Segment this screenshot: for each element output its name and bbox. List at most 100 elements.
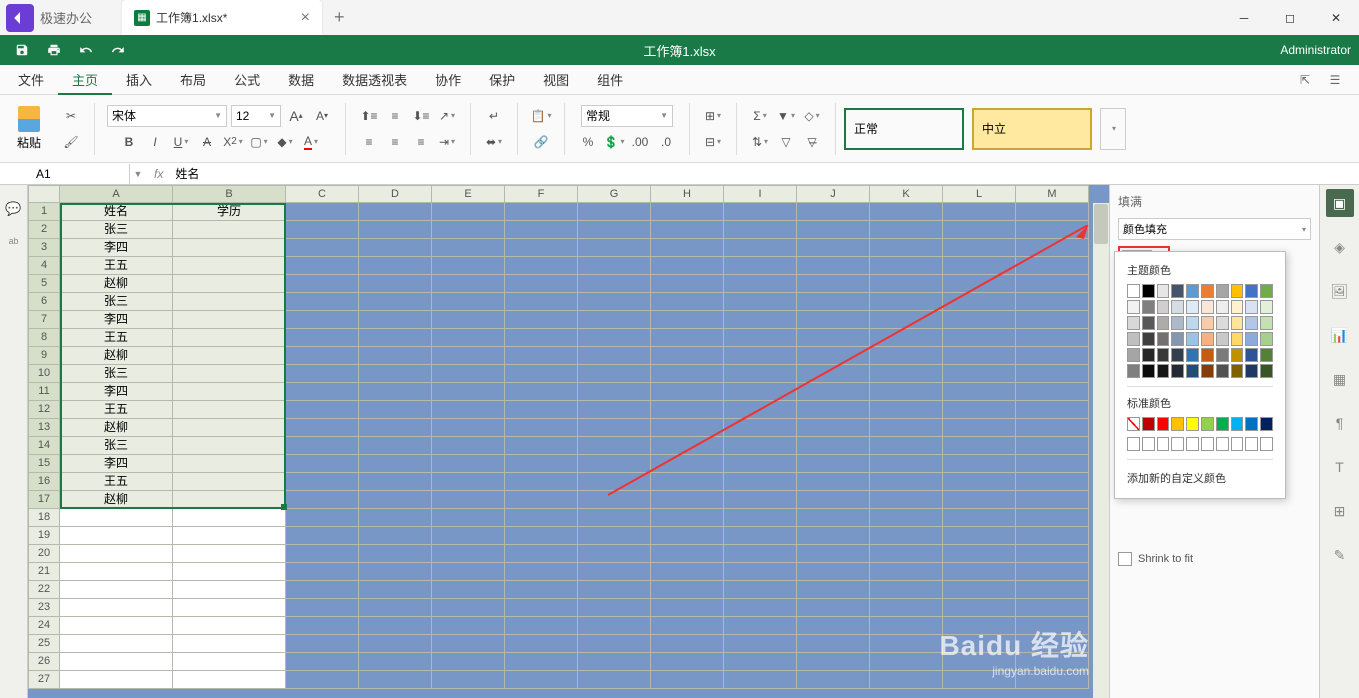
cell[interactable]: [173, 617, 286, 635]
row-header[interactable]: 23: [28, 599, 60, 617]
color-swatch[interactable]: [1216, 300, 1229, 314]
cell[interactable]: 王五: [60, 473, 173, 491]
cell[interactable]: [359, 599, 432, 617]
cell[interactable]: [505, 671, 578, 689]
cell[interactable]: [286, 437, 359, 455]
cell[interactable]: [870, 671, 943, 689]
color-swatch[interactable]: [1245, 364, 1258, 378]
hyperlink-icon[interactable]: 🔗: [530, 131, 552, 153]
cell[interactable]: [797, 545, 870, 563]
cell[interactable]: 姓名: [60, 203, 173, 221]
menu-主页[interactable]: 主页: [58, 65, 112, 95]
row-header[interactable]: 6: [28, 293, 60, 311]
row-header[interactable]: 5: [28, 275, 60, 293]
cell[interactable]: [60, 671, 173, 689]
cell-styles-dropdown[interactable]: ▾: [1100, 108, 1126, 150]
cell[interactable]: [286, 221, 359, 239]
color-swatch[interactable]: [1171, 316, 1184, 330]
shrink-to-fit-checkbox[interactable]: [1118, 552, 1132, 566]
cell[interactable]: [505, 257, 578, 275]
color-swatch[interactable]: [1127, 348, 1140, 362]
cell[interactable]: 李四: [60, 383, 173, 401]
row-header[interactable]: 3: [28, 239, 60, 257]
cell[interactable]: [651, 203, 724, 221]
cell[interactable]: [578, 563, 651, 581]
cell[interactable]: [1016, 599, 1089, 617]
cell[interactable]: [870, 599, 943, 617]
menu-保护[interactable]: 保护: [475, 65, 529, 95]
row-header[interactable]: 9: [28, 347, 60, 365]
color-swatch[interactable]: [1260, 332, 1273, 346]
underline-button[interactable]: U▾: [170, 131, 192, 153]
cell[interactable]: [432, 419, 505, 437]
text-art-icon[interactable]: T: [1326, 453, 1354, 481]
cell[interactable]: [286, 383, 359, 401]
cell[interactable]: [1016, 563, 1089, 581]
wrap-text-icon[interactable]: ↵: [483, 105, 505, 127]
cell[interactable]: [286, 401, 359, 419]
cell[interactable]: [505, 635, 578, 653]
cell[interactable]: [505, 203, 578, 221]
cell[interactable]: [505, 437, 578, 455]
orientation-icon[interactable]: ↗▾: [436, 105, 458, 127]
color-swatch[interactable]: [1245, 300, 1258, 314]
formula-input[interactable]: [171, 164, 1359, 184]
cell[interactable]: [797, 671, 870, 689]
cell[interactable]: [359, 203, 432, 221]
menu-组件[interactable]: 组件: [583, 65, 637, 95]
cell[interactable]: [505, 527, 578, 545]
cell[interactable]: [505, 491, 578, 509]
name-box[interactable]: A1: [30, 164, 130, 184]
chart-icon[interactable]: 📊: [1326, 321, 1354, 349]
cell[interactable]: [432, 581, 505, 599]
decrease-font-icon[interactable]: A▾: [311, 105, 333, 127]
cell[interactable]: [651, 617, 724, 635]
format-painter-icon[interactable]: 🖌: [60, 131, 82, 153]
cell[interactable]: [359, 545, 432, 563]
color-swatch[interactable]: [1127, 284, 1140, 298]
cell[interactable]: [359, 581, 432, 599]
color-swatch[interactable]: [1260, 284, 1273, 298]
paragraph-icon[interactable]: ¶: [1326, 409, 1354, 437]
row-header[interactable]: 13: [28, 419, 60, 437]
cell[interactable]: [943, 635, 1016, 653]
cell[interactable]: [359, 509, 432, 527]
cell[interactable]: [173, 257, 286, 275]
font-family-select[interactable]: 宋体▼: [107, 105, 227, 127]
cell[interactable]: [286, 311, 359, 329]
cell[interactable]: [724, 563, 797, 581]
color-swatch[interactable]: [1186, 417, 1199, 431]
share-icon[interactable]: ⇱: [1293, 68, 1317, 92]
cell[interactable]: [286, 653, 359, 671]
color-swatch[interactable]: [1245, 348, 1258, 362]
color-swatch[interactable]: [1171, 348, 1184, 362]
cell[interactable]: [359, 437, 432, 455]
column-header[interactable]: D: [359, 185, 432, 203]
cell[interactable]: [173, 221, 286, 239]
fill-color-button[interactable]: ◆▾: [274, 131, 296, 153]
cell[interactable]: [286, 617, 359, 635]
vertical-scrollbar[interactable]: [1093, 203, 1109, 698]
fx-icon[interactable]: fx: [146, 167, 171, 181]
recent-color-slot[interactable]: [1127, 437, 1140, 451]
recent-color-slot[interactable]: [1201, 437, 1214, 451]
menu-视图[interactable]: 视图: [529, 65, 583, 95]
recent-color-slot[interactable]: [1231, 437, 1244, 451]
align-middle-icon[interactable]: ≡: [384, 105, 406, 127]
cell[interactable]: [286, 473, 359, 491]
row-header[interactable]: 12: [28, 401, 60, 419]
cell[interactable]: [1016, 527, 1089, 545]
cell[interactable]: [173, 599, 286, 617]
cell[interactable]: [60, 617, 173, 635]
clear-icon[interactable]: ◇▾: [801, 105, 823, 127]
color-swatch[interactable]: [1201, 348, 1214, 362]
cell[interactable]: [797, 581, 870, 599]
cell[interactable]: [578, 671, 651, 689]
color-swatch[interactable]: [1245, 332, 1258, 346]
cell[interactable]: [943, 545, 1016, 563]
cell[interactable]: [432, 491, 505, 509]
cell[interactable]: [943, 653, 1016, 671]
color-swatch[interactable]: [1231, 364, 1244, 378]
spellcheck-icon[interactable]: ᵃᵇ: [9, 235, 19, 250]
color-swatch[interactable]: [1157, 332, 1170, 346]
